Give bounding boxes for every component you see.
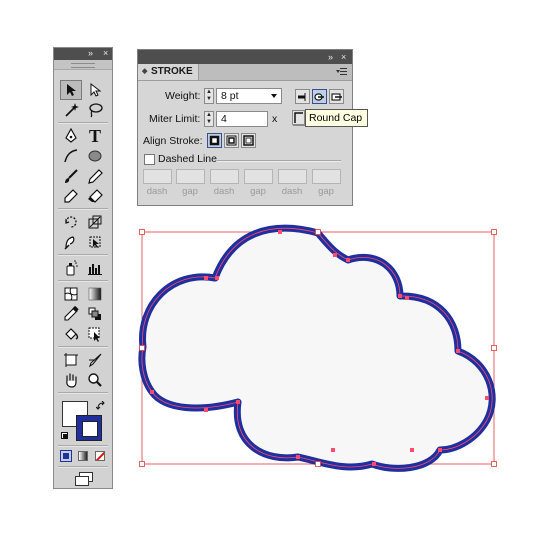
divider [217,160,341,162]
swap-colors-icon[interactable] [95,398,106,410]
dashed-line-label: Dashed Line [158,153,217,165]
align-center-icon[interactable] [207,133,222,148]
gap-label: gap [182,186,198,197]
blend-tool-icon[interactable] [84,304,106,324]
align-outside-icon[interactable] [241,133,256,148]
eyedropper-tool-icon[interactable] [60,304,82,324]
gap-field-1[interactable] [176,169,205,184]
scale-tool-icon[interactable] [84,212,106,232]
dash-label: dash [281,186,303,197]
eraser-tool-icon[interactable] [84,186,106,206]
tooltip-text: Round Cap [309,112,363,124]
stroke-swatch[interactable] [76,415,102,441]
lasso-tool-icon[interactable] [84,100,106,120]
symbol-sprayer-tool-icon[interactable] [60,258,82,278]
selection-tool-icon[interactable] [60,80,82,100]
dash-field-2[interactable] [210,169,239,184]
tab-stroke[interactable]: ◆ STROKE [138,64,199,80]
blob-brush-tool-icon[interactable] [60,186,82,206]
type-tool-icon[interactable]: T [84,126,106,146]
double-arrow-icon[interactable]: » [88,47,93,59]
mesh-tool-icon[interactable] [60,284,82,304]
align-inside-icon[interactable] [224,133,239,148]
stroke-panel: » × ◆ STROKE Weight: ▲ ▼ 8 pt Miter Limit… [137,49,353,206]
cloud-shape[interactable] [138,224,496,472]
direct-selection-tool-icon[interactable] [84,80,106,100]
weight-stepper[interactable]: ▲ ▼ [204,88,214,104]
collapse-icon[interactable]: » [328,50,333,64]
none-mode-icon[interactable] [95,451,105,461]
gap-label: gap [250,186,266,197]
gap-label: gap [318,186,334,197]
tools-panel: » × T [53,47,113,489]
tools-panel-header[interactable]: » × [54,48,112,60]
join-button-under-tooltip[interactable] [292,110,305,125]
gradient-tool-icon[interactable] [84,284,106,304]
artboard-tool-icon[interactable] [60,350,82,370]
miter-unit: x [272,113,278,125]
pencil-tool-icon[interactable] [84,166,106,186]
weight-label: Weight: [165,90,201,102]
gap-field-3[interactable] [312,169,341,184]
dashed-line-checkbox[interactable] [144,154,155,165]
round-cap-icon[interactable] [312,89,327,104]
color-mode-icon[interactable] [60,450,72,462]
align-stroke-label: Align Stroke: [143,135,203,147]
round-cap-tooltip: Round Cap [305,109,368,127]
default-colors-icon[interactable] [61,432,68,439]
paintbrush-tool-icon[interactable] [60,166,82,186]
dash-label: dash [213,186,235,197]
line-segment-tool-icon[interactable] [60,146,82,166]
magic-wand-tool-icon[interactable] [60,100,82,120]
miter-limit-field[interactable]: 4 [216,111,268,127]
dash-field-3[interactable] [278,169,307,184]
close-icon[interactable]: × [103,47,108,59]
gap-field-2[interactable] [244,169,273,184]
chevron-down-icon[interactable] [271,94,277,98]
miter-limit-label: Miter Limit: [149,113,201,125]
live-paint-bucket-tool-icon[interactable] [60,324,82,344]
rotate-tool-icon[interactable] [60,212,82,232]
butt-cap-icon[interactable] [295,89,310,104]
warp-tool-icon[interactable] [60,232,82,252]
hand-tool-icon[interactable] [60,370,82,390]
column-graph-tool-icon[interactable] [84,258,106,278]
projecting-cap-icon[interactable] [329,89,344,104]
screen-mode-icon[interactable] [75,472,93,486]
zoom-tool-icon[interactable] [84,370,106,390]
dash-label: dash [146,186,168,197]
ellipse-tool-icon[interactable] [84,146,106,166]
panel-grip[interactable] [54,60,112,70]
dash-field-1[interactable] [143,169,172,184]
free-transform-tool-icon[interactable] [84,232,106,252]
weight-field[interactable]: 8 pt [216,88,282,104]
gradient-mode-icon[interactable] [78,451,88,461]
panel-menu-icon[interactable] [336,68,347,76]
miter-stepper[interactable]: ▲ ▼ [204,111,214,127]
close-icon[interactable]: × [341,50,346,64]
slice-tool-icon[interactable] [84,350,106,370]
stroke-panel-tabs: ◆ STROKE [138,64,352,81]
pen-tool-icon[interactable] [60,126,82,146]
live-paint-selection-tool-icon[interactable] [84,324,106,344]
stroke-panel-header[interactable]: » × [138,50,352,64]
